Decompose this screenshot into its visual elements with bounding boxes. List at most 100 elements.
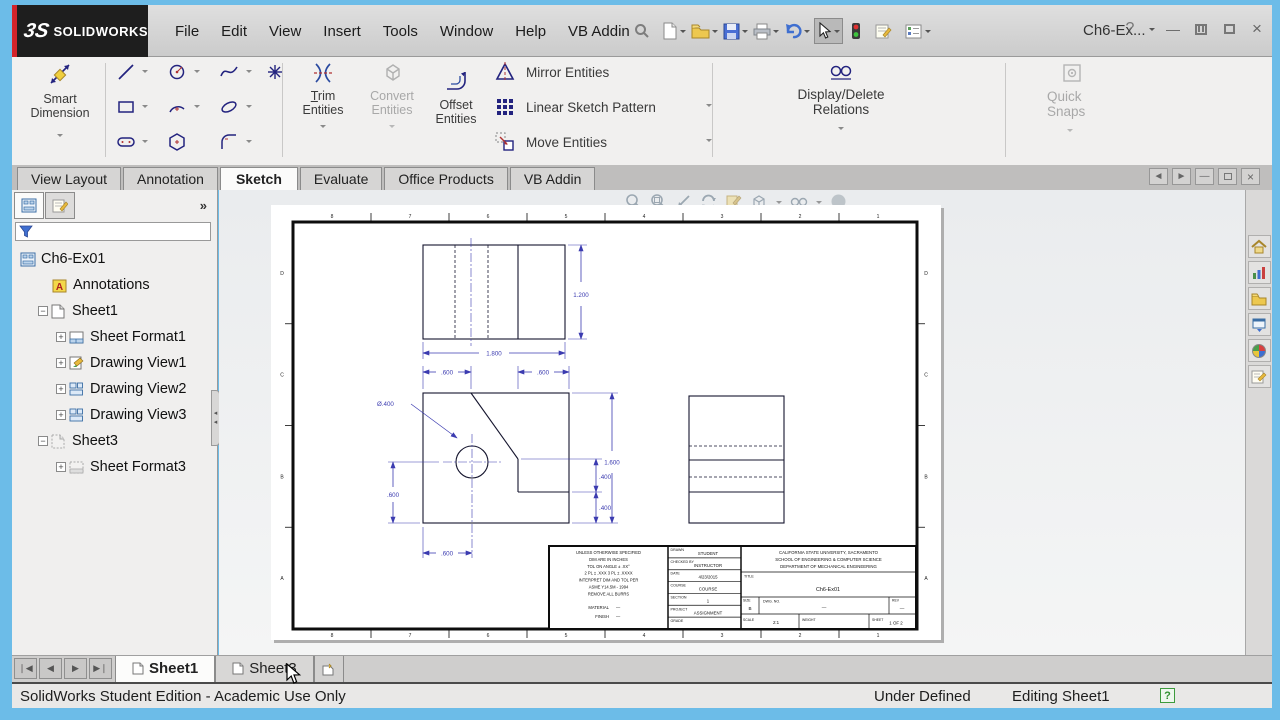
circle-flyout[interactable]: [194, 70, 200, 76]
tab-evaluate[interactable]: Evaluate: [300, 167, 382, 192]
arc-tool-icon[interactable]: [167, 97, 187, 117]
arc-flyout[interactable]: [194, 105, 200, 111]
tree-item-drawing-view1[interactable]: +Drawing View1: [12, 350, 217, 376]
last-sheet-button[interactable]: ▶❘: [89, 658, 112, 679]
search-sphere-button[interactable]: [1248, 339, 1271, 362]
offset-entities-button[interactable]: Offset Entities: [426, 69, 486, 126]
trim-flyout[interactable]: [320, 125, 326, 131]
tree-item-sheet3[interactable]: −Sheet3: [12, 428, 217, 454]
top-view-geometry[interactable]: [423, 245, 565, 339]
fillet-tool-icon[interactable]: [219, 132, 239, 152]
tab-view-layout[interactable]: View Layout: [17, 167, 121, 192]
new-document-button[interactable]: [660, 19, 688, 43]
status-help-icon[interactable]: ?: [1160, 688, 1175, 703]
fillet-flyout[interactable]: [246, 140, 252, 146]
custom-properties-button[interactable]: [1248, 365, 1271, 388]
slot-flyout[interactable]: [142, 140, 148, 146]
dim-text-600-tr[interactable]: .600: [537, 370, 550, 377]
expand-expander[interactable]: +: [56, 384, 66, 394]
rectangle-flyout[interactable]: [142, 105, 148, 111]
menu-item-tools[interactable]: Tools: [372, 17, 429, 46]
next-sheet-button[interactable]: ▶: [64, 658, 87, 679]
front-view-geometry[interactable]: [423, 393, 569, 523]
linear-sketch-pattern-button[interactable]: Linear Sketch Pattern: [494, 96, 712, 118]
ellipse-flyout[interactable]: [246, 105, 252, 111]
menu-item-help[interactable]: Help: [504, 17, 557, 46]
polygon-tool-icon[interactable]: [167, 132, 187, 152]
linear-pattern-flyout[interactable]: [706, 104, 712, 110]
file-properties-button[interactable]: [873, 19, 893, 43]
display-delete-relations-button[interactable]: Display/Delete Relations: [772, 62, 910, 133]
expand-expander[interactable]: +: [56, 462, 66, 472]
dim-text-400-lower[interactable]: .400: [599, 505, 612, 512]
smart-dimension-button[interactable]: Smart Dimension: [20, 63, 100, 140]
print-button[interactable]: [752, 19, 781, 43]
circle-tool-icon[interactable]: [167, 62, 187, 82]
search-icon[interactable]: [634, 23, 650, 44]
open-document-button[interactable]: [690, 19, 720, 43]
restore-button[interactable]: [1218, 19, 1240, 39]
dim-text-1200[interactable]: 1.200: [573, 292, 589, 299]
spline-tool-icon[interactable]: [219, 62, 239, 82]
sheet-tab-sheet1[interactable]: Sheet1: [115, 656, 215, 683]
menu-item-file[interactable]: File: [164, 17, 210, 46]
dim-text-600-tl[interactable]: .600: [441, 370, 454, 377]
tree-item-ch6-ex01[interactable]: Ch6-Ex01: [12, 246, 217, 272]
display-delete-flyout[interactable]: [838, 127, 844, 133]
doc-prev-button[interactable]: ◄: [1149, 168, 1168, 185]
dim-text-600-bottom[interactable]: .600: [441, 551, 454, 558]
spline-flyout[interactable]: [246, 70, 252, 76]
menu-item-insert[interactable]: Insert: [312, 17, 372, 46]
menu-item-edit[interactable]: Edit: [210, 17, 258, 46]
dim-text-1600[interactable]: 1.600: [604, 460, 620, 467]
tree-item-sheet1[interactable]: −Sheet1: [12, 298, 217, 324]
tab-property-manager[interactable]: [45, 192, 75, 219]
save-button[interactable]: [722, 19, 750, 43]
tab-office-products[interactable]: Office Products: [384, 167, 507, 192]
convert-entities-button[interactable]: Convert Entities: [360, 62, 424, 131]
mirror-entities-button[interactable]: Mirror Entities: [494, 61, 609, 83]
solidworks-resources-button[interactable]: [1248, 261, 1271, 284]
tree-filter-input[interactable]: [15, 222, 211, 241]
close-button[interactable]: ×: [1246, 19, 1268, 39]
tree-item-drawing-view3[interactable]: +Drawing View3: [12, 402, 217, 428]
collapse-expander[interactable]: −: [38, 436, 48, 446]
line-tool-icon[interactable]: [116, 62, 136, 82]
tab-vb-addin[interactable]: VB Addin: [510, 167, 596, 192]
rebuild-button[interactable]: [850, 19, 862, 43]
doc-minimize-button[interactable]: —: [1195, 168, 1214, 185]
tab-annotation[interactable]: Annotation: [123, 167, 218, 192]
previous-sheet-button[interactable]: ◀: [39, 658, 62, 679]
first-sheet-button[interactable]: ❘◀: [14, 658, 37, 679]
tree-item-annotations[interactable]: AAnnotations: [12, 272, 217, 298]
hole-callout-text[interactable]: Ø.400: [377, 401, 394, 408]
minimize-button[interactable]: —: [1162, 19, 1184, 39]
expand-expander[interactable]: +: [56, 358, 66, 368]
doc-next-button[interactable]: ►: [1172, 168, 1191, 185]
rectangle-tool-icon[interactable]: [116, 97, 136, 117]
dim-text-600-left[interactable]: .600: [387, 492, 400, 499]
drawing-sheet[interactable]: 8877665544332211DDCCBBAA 1.200: [271, 205, 941, 640]
smart-dimension-flyout[interactable]: [57, 134, 63, 140]
expand-expander[interactable]: +: [56, 332, 66, 342]
pause-collaboration-button[interactable]: [1190, 19, 1212, 39]
add-sheet-tab[interactable]: [314, 656, 344, 683]
menu-item-window[interactable]: Window: [429, 17, 504, 46]
menu-item-view[interactable]: View: [258, 17, 312, 46]
tab-feature-manager-tree[interactable]: [14, 192, 44, 219]
doc-close-button[interactable]: ×: [1241, 168, 1260, 185]
point-tool-icon[interactable]: [265, 62, 285, 82]
ellipse-tool-icon[interactable]: [219, 97, 239, 117]
move-entities-flyout[interactable]: [706, 139, 712, 145]
help-button[interactable]: ?: [1119, 19, 1141, 39]
tree-item-sheet-format3[interactable]: +Sheet Format3: [12, 454, 217, 480]
dim-text-1800[interactable]: 1.800: [486, 351, 502, 358]
tree-item-sheet-format1[interactable]: +Sheet Format1: [12, 324, 217, 350]
doc-restore-button[interactable]: [1218, 168, 1237, 185]
home-button[interactable]: [1248, 235, 1271, 258]
select-tool-button[interactable]: [814, 18, 843, 44]
design-library-button[interactable]: [1248, 287, 1271, 310]
trim-entities-button[interactable]: TTrimrim Entities: [292, 62, 354, 131]
undo-button[interactable]: [783, 19, 812, 43]
tree-item-drawing-view2[interactable]: +Drawing View2: [12, 376, 217, 402]
